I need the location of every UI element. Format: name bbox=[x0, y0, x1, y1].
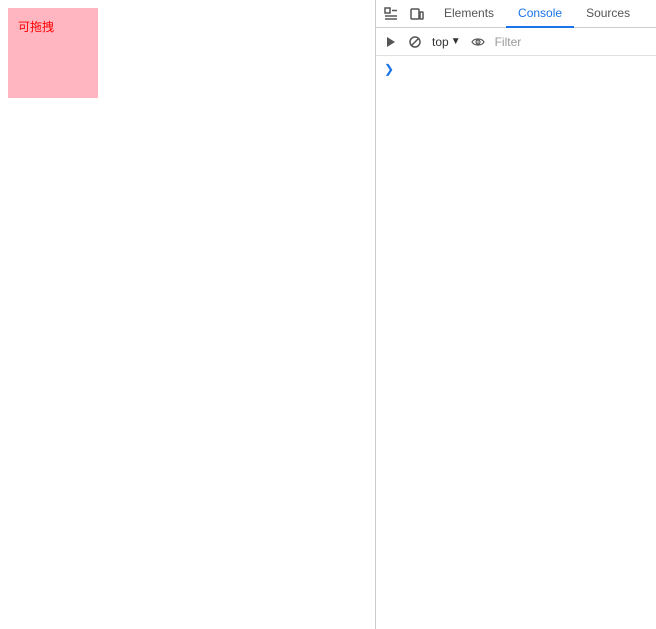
box-label: 可拖拽 bbox=[18, 18, 54, 35]
context-label: top bbox=[432, 35, 449, 49]
tab-elements[interactable]: Elements bbox=[432, 0, 506, 28]
inspect-icon[interactable] bbox=[380, 3, 402, 25]
context-selector[interactable]: top ▼ bbox=[428, 33, 465, 51]
devtools-toolbar: top ▼ bbox=[376, 28, 656, 56]
pink-box: 可拖拽 bbox=[8, 8, 98, 98]
console-prompt[interactable]: ❯ bbox=[380, 60, 654, 78]
run-button[interactable] bbox=[380, 31, 402, 53]
tab-sources[interactable]: Sources bbox=[574, 0, 642, 28]
filter-input[interactable] bbox=[491, 33, 654, 51]
tab-console[interactable]: Console bbox=[506, 0, 574, 28]
main-area: 可拖拽 Elements bbox=[0, 0, 656, 629]
device-icon[interactable] bbox=[406, 3, 428, 25]
tabs-list: Elements Console Sources bbox=[432, 0, 654, 28]
dropdown-arrow-icon: ▼ bbox=[451, 36, 461, 47]
clear-button[interactable] bbox=[404, 31, 426, 53]
devtools-tabs-bar: Elements Console Sources bbox=[376, 0, 656, 28]
page-content: 可拖拽 bbox=[0, 0, 375, 629]
live-expressions-button[interactable] bbox=[467, 31, 489, 53]
devtools-panel: Elements Console Sources top bbox=[375, 0, 656, 629]
console-content: ❯ bbox=[376, 56, 656, 629]
